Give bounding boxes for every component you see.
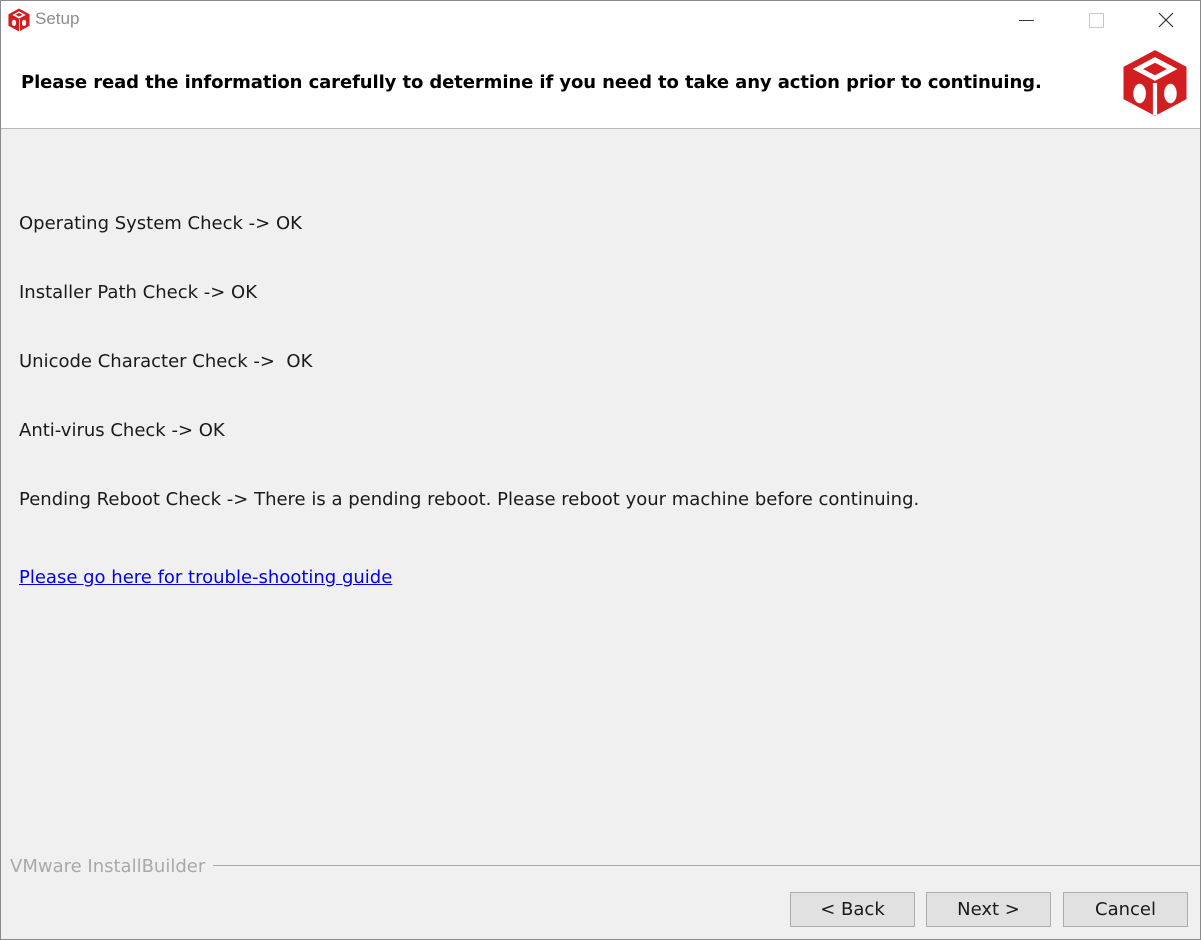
header-instruction: Please read the information carefully to…: [21, 72, 1042, 93]
maximize-button[interactable]: [1072, 1, 1118, 39]
footer-divider: [211, 865, 1200, 866]
minimize-icon: [1019, 20, 1034, 21]
maximize-icon: [1089, 13, 1104, 28]
close-button[interactable]: [1142, 1, 1188, 39]
app-cube-icon: [7, 8, 31, 32]
troubleshooting-link[interactable]: Please go here for trouble-shooting guid…: [19, 567, 392, 588]
red-cube-logo-icon: [1120, 47, 1190, 119]
close-icon: [1158, 12, 1174, 28]
title-bar[interactable]: Setup: [1, 1, 1200, 39]
wizard-header: Please read the information carefully to…: [1, 39, 1200, 129]
check-results-panel: Operating System Check -> OK Installer P…: [1, 129, 1200, 849]
setup-window: Setup Please read the information carefu…: [0, 0, 1201, 940]
check-installer-path: Installer Path Check -> OK: [19, 282, 258, 303]
check-os: Operating System Check -> OK: [19, 213, 302, 234]
check-antivirus: Anti-virus Check -> OK: [19, 420, 225, 441]
window-title: Setup: [35, 9, 80, 28]
check-pending-reboot: Pending Reboot Check -> There is a pendi…: [19, 489, 920, 510]
check-unicode: Unicode Character Check -> OK: [19, 351, 313, 372]
back-button[interactable]: < Back: [790, 892, 915, 927]
cancel-button[interactable]: Cancel: [1063, 892, 1188, 927]
installer-brand-label: VMware InstallBuilder: [10, 856, 214, 877]
next-button[interactable]: Next >: [926, 892, 1051, 927]
minimize-button[interactable]: [1001, 1, 1047, 39]
